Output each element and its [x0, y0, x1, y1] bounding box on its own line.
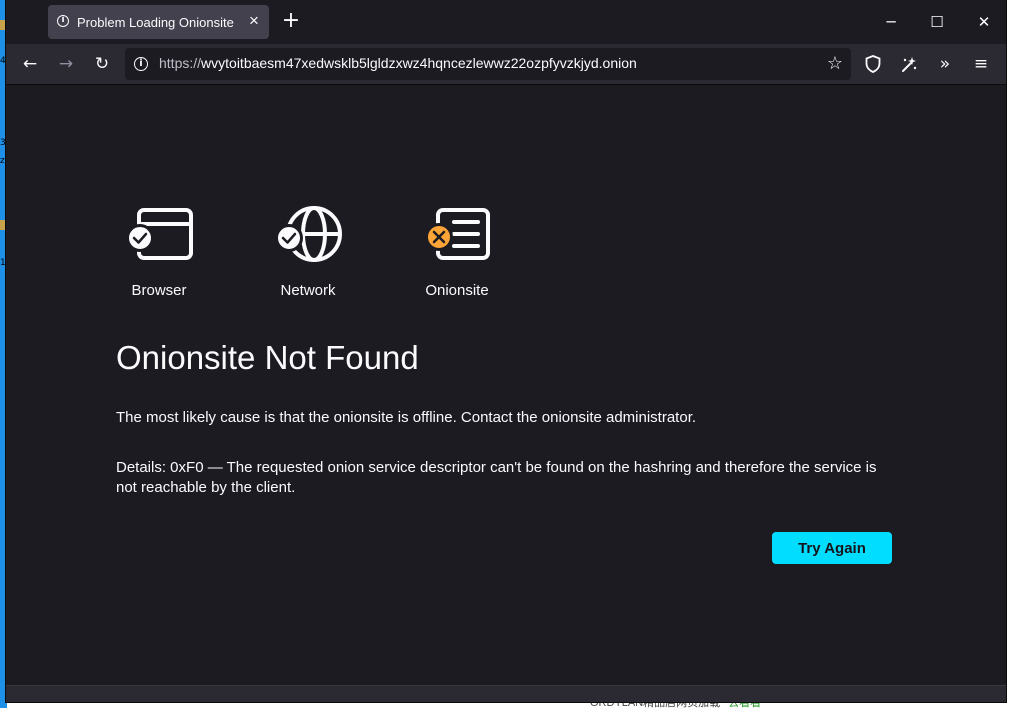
status-bar	[6, 685, 1006, 702]
status-browser: Browser	[99, 205, 219, 299]
url-text[interactable]: https://wvytoitbaesm47xedwsklb5lgldzxwz4…	[159, 55, 637, 71]
status-label-onionsite: Onionsite	[425, 282, 489, 299]
desktop-icon-label: 3	[0, 138, 6, 148]
shield-icon[interactable]	[861, 52, 885, 76]
error-page: Browser Network Onionsite Onionsite Not …	[6, 85, 1006, 685]
browser-window: i Problem Loading Onionsite × + ─ ☐ ✕ ← …	[6, 0, 1006, 702]
sparkle-icon[interactable]	[897, 52, 921, 76]
desktop-icon-label: 1	[0, 258, 6, 268]
error-details: Details: 0xF0 — The requested onion serv…	[116, 459, 877, 496]
globe-icon	[273, 205, 343, 265]
error-description: The most likely cause is that the onions…	[116, 409, 697, 426]
minimize-button[interactable]: ─	[879, 10, 903, 34]
tab-close-icon[interactable]: ×	[244, 11, 264, 31]
hamburger-menu-icon[interactable]: ≡	[969, 52, 993, 76]
bookmark-star-icon[interactable]: ☆	[823, 52, 847, 76]
onionsite-document-icon	[422, 205, 492, 265]
maximize-button[interactable]: ☐	[925, 10, 949, 34]
try-again-button[interactable]: Try Again	[772, 532, 892, 564]
error-title: Onionsite Not Found	[116, 339, 419, 376]
tab-title: Problem Loading Onionsite	[77, 15, 234, 30]
url-scheme: https://	[159, 55, 202, 71]
title-bar: i Problem Loading Onionsite × + ─ ☐ ✕	[6, 0, 1006, 44]
tab-problem-loading[interactable]: i Problem Loading Onionsite ×	[48, 5, 269, 39]
status-network: Network	[248, 205, 368, 299]
status-label-network: Network	[280, 282, 336, 299]
reload-button[interactable]: ↻	[90, 52, 114, 76]
site-info-icon[interactable]: i	[134, 57, 148, 71]
url-bar[interactable]: i https://wvytoitbaesm47xedwsklb5lgldzxw…	[125, 48, 851, 80]
new-tab-button[interactable]: +	[280, 10, 302, 33]
info-icon: i	[57, 15, 69, 27]
overflow-menu-icon[interactable]: »	[933, 52, 957, 76]
desktop-icon-label: 4	[0, 56, 6, 66]
close-window-button[interactable]: ✕	[972, 10, 996, 34]
navigation-toolbar: ← → ↻ i https://wvytoitbaesm47xedwsklb5l…	[6, 44, 1006, 85]
status-onionsite: Onionsite	[397, 205, 517, 299]
url-host: wvytoitbaesm47xedwsklb5lgldzxwz4hqncezle…	[201, 55, 637, 71]
back-button[interactable]: ←	[18, 52, 42, 76]
forward-button[interactable]: →	[54, 52, 78, 76]
status-label-browser: Browser	[131, 282, 187, 299]
browser-window-icon	[124, 205, 194, 265]
